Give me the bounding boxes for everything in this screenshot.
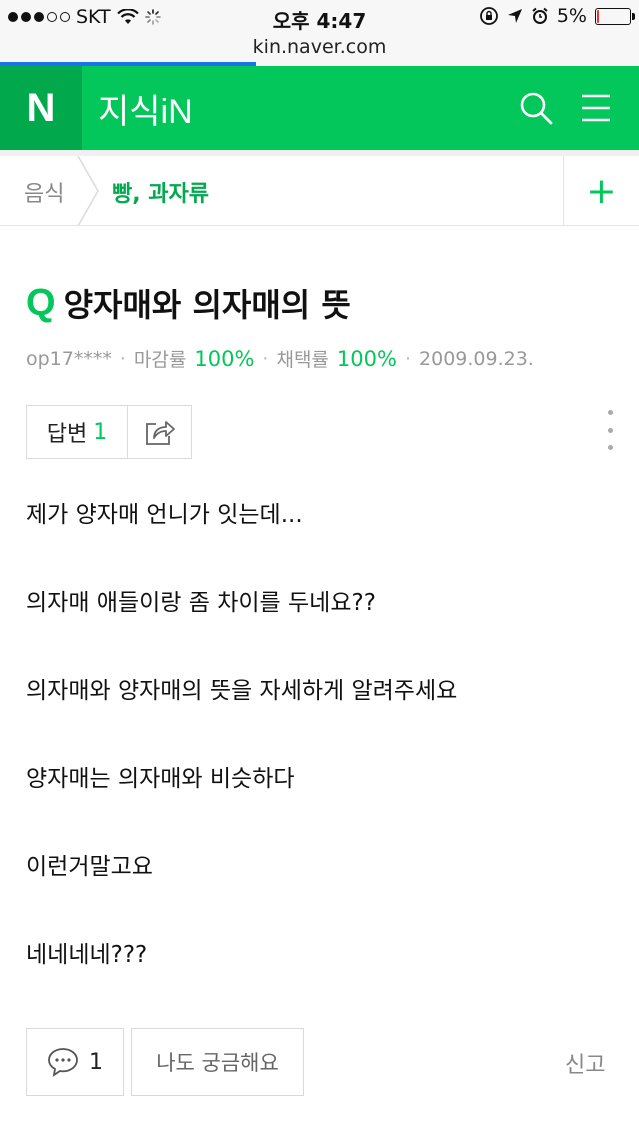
category-breadcrumb: 음식 빵, 과자류 + xyxy=(0,150,639,226)
answer-label: 답변 xyxy=(46,422,88,447)
body-line: 의자매 애들이랑 좀 차이를 두네요?? xyxy=(26,590,376,616)
naver-logo-letter: N xyxy=(26,85,56,130)
close-rate-value: 100% xyxy=(194,346,255,371)
breadcrumb-food[interactable]: 음식 xyxy=(24,176,64,208)
share-button[interactable] xyxy=(128,406,191,458)
search-button[interactable] xyxy=(518,90,554,126)
body-line: 의자매와 양자매의 뜻을 자세하게 알려주세요 xyxy=(26,678,458,704)
more-options-button[interactable] xyxy=(604,410,616,450)
hamburger-menu-icon xyxy=(582,94,610,122)
me-too-curious-button[interactable]: 나도 궁금해요 xyxy=(131,1028,304,1096)
body-line: 네네네네??? xyxy=(26,942,148,968)
naver-logo[interactable]: N xyxy=(0,66,82,150)
more-dot-icon xyxy=(607,410,613,415)
meta-separator: · xyxy=(262,347,269,370)
battery-percent: 5% xyxy=(556,5,587,27)
adopt-rate-value: 100% xyxy=(336,346,397,371)
question-title-text: 양자매와 의자매의 뜻 xyxy=(63,286,351,324)
question-date: 2009.09.23. xyxy=(419,347,534,370)
share-icon xyxy=(145,421,175,445)
add-category-button[interactable]: + xyxy=(563,156,639,226)
answer-count-button[interactable]: 답변 1 xyxy=(27,406,128,458)
more-dot-icon xyxy=(607,445,613,450)
status-right: 5% xyxy=(479,5,635,27)
close-rate-label: 마감률 xyxy=(133,349,187,371)
kin-brand-title[interactable]: 지식iN xyxy=(98,84,193,133)
more-dot-icon xyxy=(607,427,613,433)
question-q-icon: Q xyxy=(26,281,56,324)
meta-separator: · xyxy=(119,347,126,370)
site-header: N 지식iN xyxy=(0,66,639,150)
body-line: 양자매는 의자매와 비슷하다 xyxy=(26,766,295,792)
body-line: 제가 양자매 언니가 잇는데... xyxy=(26,502,303,528)
meta-separator: · xyxy=(404,347,412,370)
speech-bubble-icon xyxy=(48,1048,78,1077)
report-link[interactable]: 신고 xyxy=(565,1047,605,1079)
breadcrumb-bread-snacks[interactable]: 빵, 과자류 xyxy=(112,176,209,208)
rotation-lock-icon xyxy=(479,7,498,25)
plus-icon: + xyxy=(586,170,617,212)
question-title: Q 양자매와 의자매의 뜻 xyxy=(26,280,351,326)
alarm-icon xyxy=(532,7,548,24)
battery-level xyxy=(597,9,599,23)
breadcrumb-chevron-icon xyxy=(77,156,99,226)
battery-icon xyxy=(595,7,635,25)
adopt-rate-label: 채택률 xyxy=(276,349,329,371)
question-meta: op17**** · 마감률 100% · 채택률 100% · 2009.09… xyxy=(26,345,534,372)
answer-count: 1 xyxy=(93,419,108,445)
question-body: 제가 양자매 언니가 잇는데... 의자매 애들이랑 좀 차이를 두네요?? 의… xyxy=(26,497,616,1025)
body-line: 이런거말고요 xyxy=(26,854,153,880)
menu-button[interactable] xyxy=(580,92,612,124)
status-bar: SKT 오후 4:47 5% xyxy=(0,0,639,34)
location-arrow-icon xyxy=(507,9,522,23)
answer-share-group: 답변 1 xyxy=(26,405,192,459)
comment-button[interactable]: 1 xyxy=(26,1028,124,1096)
url-text[interactable]: kin.naver.com xyxy=(253,36,387,58)
comment-count: 1 xyxy=(89,1049,103,1075)
search-icon xyxy=(520,92,553,125)
author-id[interactable]: op17**** xyxy=(26,348,112,370)
